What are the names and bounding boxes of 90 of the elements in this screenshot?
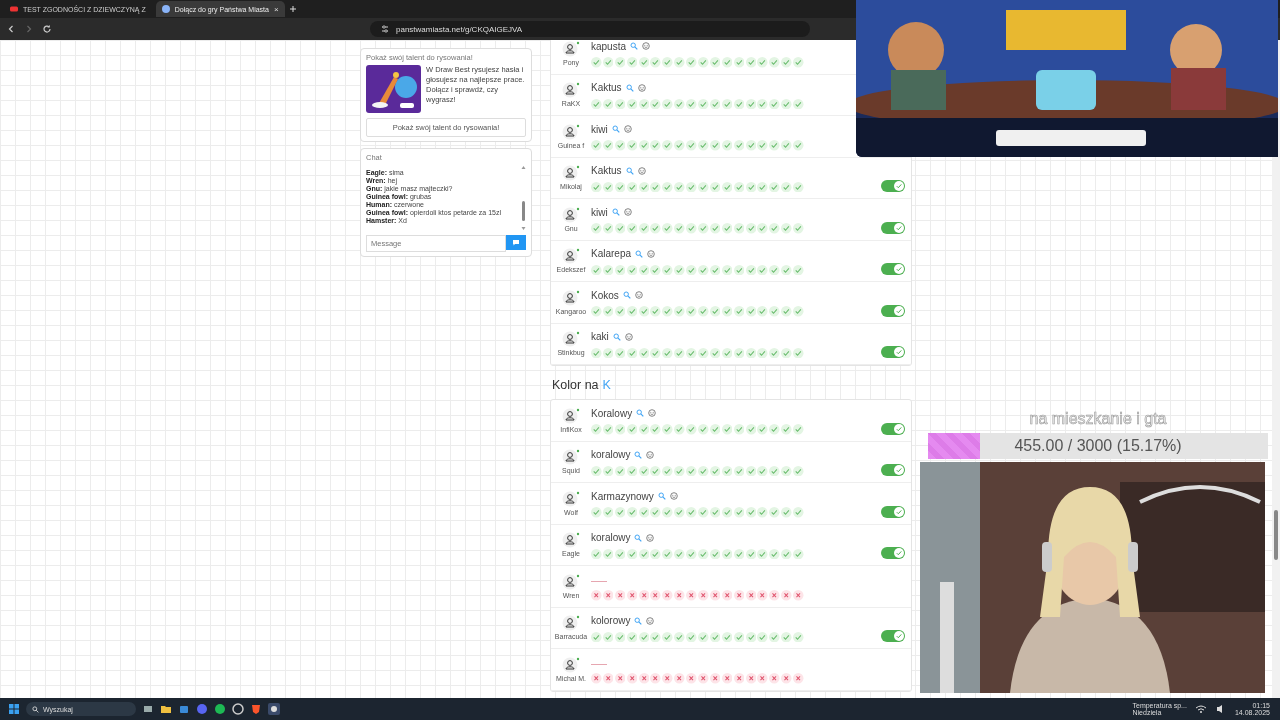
search-icon	[32, 705, 39, 713]
user-icon	[562, 490, 580, 507]
answer-text: kiwi	[591, 206, 608, 218]
search-icon[interactable]	[625, 83, 634, 92]
smiley-icon[interactable]	[646, 533, 655, 542]
wifi-icon[interactable]	[1194, 703, 1207, 715]
smiley-icon[interactable]	[637, 83, 646, 92]
user-icon	[562, 615, 580, 632]
toggle-switch[interactable]	[881, 221, 905, 234]
reload-icon[interactable]	[42, 24, 52, 34]
goal-reading: 455.00 / 3000 (15.17%)	[1014, 437, 1182, 455]
user-icon	[562, 532, 580, 549]
user-icon	[562, 165, 580, 182]
answer-text: Koralowy	[591, 407, 633, 419]
smiley-icon[interactable]	[642, 42, 651, 50]
video-icon	[10, 5, 18, 13]
user-icon	[562, 248, 580, 265]
user-icon	[562, 449, 580, 466]
toggle-switch[interactable]	[881, 505, 905, 518]
back-icon[interactable]	[6, 24, 16, 34]
folder-icon[interactable]	[160, 703, 172, 715]
smiley-icon[interactable]	[648, 409, 657, 417]
search-icon[interactable]	[657, 492, 666, 500]
answer-text: Kokos	[591, 289, 619, 301]
smiley-icon[interactable]	[646, 450, 655, 459]
user-icon	[562, 206, 580, 223]
category-letter: K	[602, 378, 611, 392]
music-app-icon[interactable]	[214, 703, 226, 715]
search-icon[interactable]	[630, 42, 639, 50]
smiley-icon[interactable]	[634, 291, 643, 299]
new-tab-icon[interactable]	[288, 5, 297, 13]
address-bar[interactable]: panstwamiasta.net/g/CKQAIGEJVA	[370, 21, 810, 37]
answer-text: kolorowy	[591, 615, 631, 626]
answer-text: Kaktus	[591, 165, 622, 176]
answer-text: kaki	[591, 331, 609, 342]
app-icon[interactable]	[268, 703, 280, 715]
smiley-icon[interactable]	[624, 332, 633, 341]
answer-text: Kalarepa	[591, 248, 632, 259]
search-icon[interactable]	[622, 291, 631, 299]
goal-title: na mieszkanie i gta	[1028, 410, 1168, 428]
search-icon[interactable]	[635, 249, 644, 258]
answer-text: kiwi	[591, 123, 608, 135]
search-icon[interactable]	[625, 166, 634, 175]
start-icon[interactable]	[8, 703, 20, 715]
chat-app-icon[interactable]	[196, 703, 208, 715]
toggle-switch[interactable]	[881, 263, 905, 275]
answer-text: Karmazynowy	[591, 490, 654, 502]
smiley-icon[interactable]	[647, 249, 656, 258]
user-icon	[562, 656, 580, 673]
toggle-switch[interactable]	[881, 464, 905, 476]
task-view-icon[interactable]	[142, 703, 154, 715]
user-icon	[562, 573, 580, 590]
search-icon[interactable]	[611, 208, 620, 216]
toggle-switch[interactable]	[881, 422, 905, 435]
send-button[interactable]	[506, 235, 526, 250]
toggle-switch[interactable]	[881, 304, 905, 317]
scrollbar[interactable]	[521, 165, 526, 231]
answer-text: koralowy	[591, 532, 631, 543]
user-icon	[562, 123, 580, 140]
smiley-icon[interactable]	[623, 125, 632, 133]
store-icon[interactable]	[178, 703, 190, 715]
search-icon[interactable]	[634, 533, 643, 542]
toggle-switch[interactable]	[881, 547, 905, 559]
search-icon[interactable]	[634, 616, 643, 625]
shield-icon[interactable]	[250, 703, 262, 715]
answer-text: kapusta	[591, 40, 627, 52]
user-icon	[562, 82, 580, 99]
search-icon[interactable]	[634, 450, 643, 459]
toggle-switch[interactable]	[881, 346, 905, 358]
answer-text: koralowy	[591, 449, 631, 460]
smiley-icon[interactable]	[623, 208, 632, 216]
toggle-switch[interactable]	[881, 180, 905, 192]
close-tab-icon[interactable]: ×	[273, 4, 279, 14]
search-icon[interactable]	[636, 409, 645, 417]
toggle-switch[interactable]	[881, 630, 905, 642]
site-settings-icon[interactable]	[380, 24, 390, 34]
speech-bubble-icon	[512, 239, 520, 246]
smiley-icon[interactable]	[646, 616, 655, 625]
globe-icon	[161, 5, 170, 13]
smiley-icon[interactable]	[669, 492, 678, 500]
user-icon	[562, 407, 580, 424]
forward-icon[interactable]	[24, 24, 34, 34]
user-icon	[562, 289, 580, 306]
smiley-icon[interactable]	[637, 166, 646, 175]
user-icon	[562, 331, 580, 348]
answer-text: Kaktus	[591, 82, 622, 93]
category-title: Kolor na	[552, 378, 599, 392]
app-icon[interactable]	[232, 703, 244, 715]
search-icon[interactable]	[612, 332, 621, 341]
search-icon[interactable]	[611, 125, 620, 133]
